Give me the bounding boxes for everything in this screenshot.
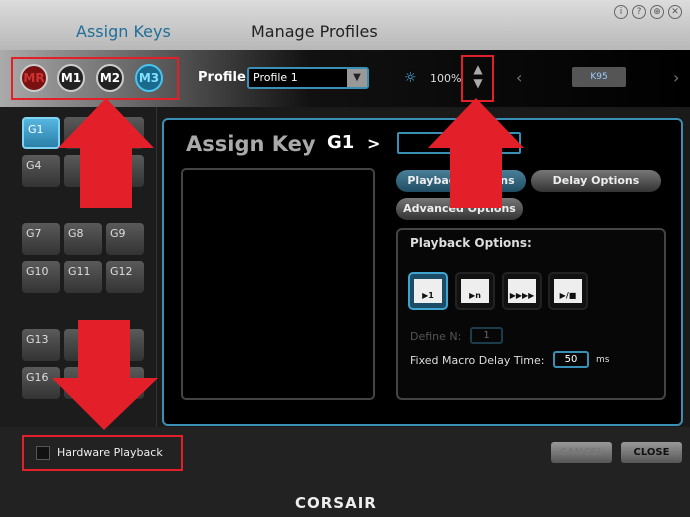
top-bar: Assign Keys Manage Profiles i ? ⊕ ✕ xyxy=(0,0,690,50)
macro-preview xyxy=(181,168,375,400)
red-arrow-up xyxy=(428,98,524,208)
g-key[interactable]: G11 xyxy=(64,261,102,293)
playback-title: Playback Options: xyxy=(410,236,532,250)
playback-options-box: Playback Options: ▶1 ▶n ▶▶▶▶ ▶/■ Define … xyxy=(396,228,666,400)
hardware-playback-checkbox[interactable] xyxy=(36,446,50,460)
info-icon[interactable]: i xyxy=(614,5,628,19)
page-title: Assign Key xyxy=(186,132,316,156)
next-device-icon[interactable]: › xyxy=(673,68,679,87)
red-arrow-up xyxy=(58,98,154,208)
hardware-playback-box: Hardware Playback xyxy=(22,435,183,471)
assign-key-panel: Assign Key G1 > Playback Options Delay O… xyxy=(162,118,683,426)
g-key[interactable]: G7 xyxy=(22,223,60,255)
chevron-down-icon[interactable]: ▼ xyxy=(347,69,367,87)
close-button[interactable]: CLOSE xyxy=(621,442,682,463)
hardware-playback-label: Hardware Playback xyxy=(57,446,163,459)
close-icon[interactable]: ✕ xyxy=(668,5,682,19)
selected-key: G1 xyxy=(327,132,355,153)
brightness-level: 100% xyxy=(430,72,462,85)
delay-unit: ms xyxy=(596,355,610,365)
play-n-icon: ▶n xyxy=(461,279,489,303)
profile-value: Profile 1 xyxy=(253,71,298,84)
prev-device-icon[interactable]: ‹ xyxy=(516,68,522,87)
globe-icon[interactable]: ⊕ xyxy=(650,5,664,19)
play-once-button[interactable]: ▶1 xyxy=(408,272,448,310)
brightness-icon[interactable]: ☼ xyxy=(404,70,417,86)
play-toggle-icon: ▶/■ xyxy=(554,279,582,303)
g-key[interactable]: G12 xyxy=(106,261,144,293)
cancel-button[interactable]: CANCEL xyxy=(551,442,612,463)
play-n-times-button[interactable]: ▶n xyxy=(455,272,495,310)
device-image: K95 xyxy=(572,67,626,87)
play-repeat-button[interactable]: ▶▶▶▶ xyxy=(502,272,542,310)
profile-select[interactable]: Profile 1 ▼ xyxy=(247,67,369,89)
tab-assign-keys[interactable]: Assign Keys xyxy=(76,22,171,41)
g-key[interactable]: G10 xyxy=(22,261,60,293)
play-toggle-button[interactable]: ▶/■ xyxy=(548,272,588,310)
chevron-right-icon: > xyxy=(367,134,381,153)
define-n-label: Define N: xyxy=(410,330,462,343)
g-key[interactable]: G1 xyxy=(22,117,60,149)
g-key[interactable]: G9 xyxy=(106,223,144,255)
delay-input[interactable]: 50 xyxy=(553,351,589,368)
highlight-box xyxy=(461,55,494,102)
g-key[interactable]: G8 xyxy=(64,223,102,255)
corsair-logo: CORSAIR xyxy=(295,494,377,512)
red-arrow-down xyxy=(52,320,158,430)
tab-manage-profiles[interactable]: Manage Profiles xyxy=(251,22,378,41)
g-key[interactable]: G4 xyxy=(22,155,60,187)
delay-label: Fixed Macro Delay Time: xyxy=(410,354,545,367)
play-once-icon: ▶1 xyxy=(414,279,442,303)
profile-label: Profile xyxy=(198,70,246,85)
define-n-input[interactable]: 1 xyxy=(470,327,503,344)
highlight-box xyxy=(11,57,179,100)
tab-delay-options[interactable]: Delay Options xyxy=(531,170,661,192)
help-icon[interactable]: ? xyxy=(632,5,646,19)
play-repeat-icon: ▶▶▶▶ xyxy=(508,279,536,303)
